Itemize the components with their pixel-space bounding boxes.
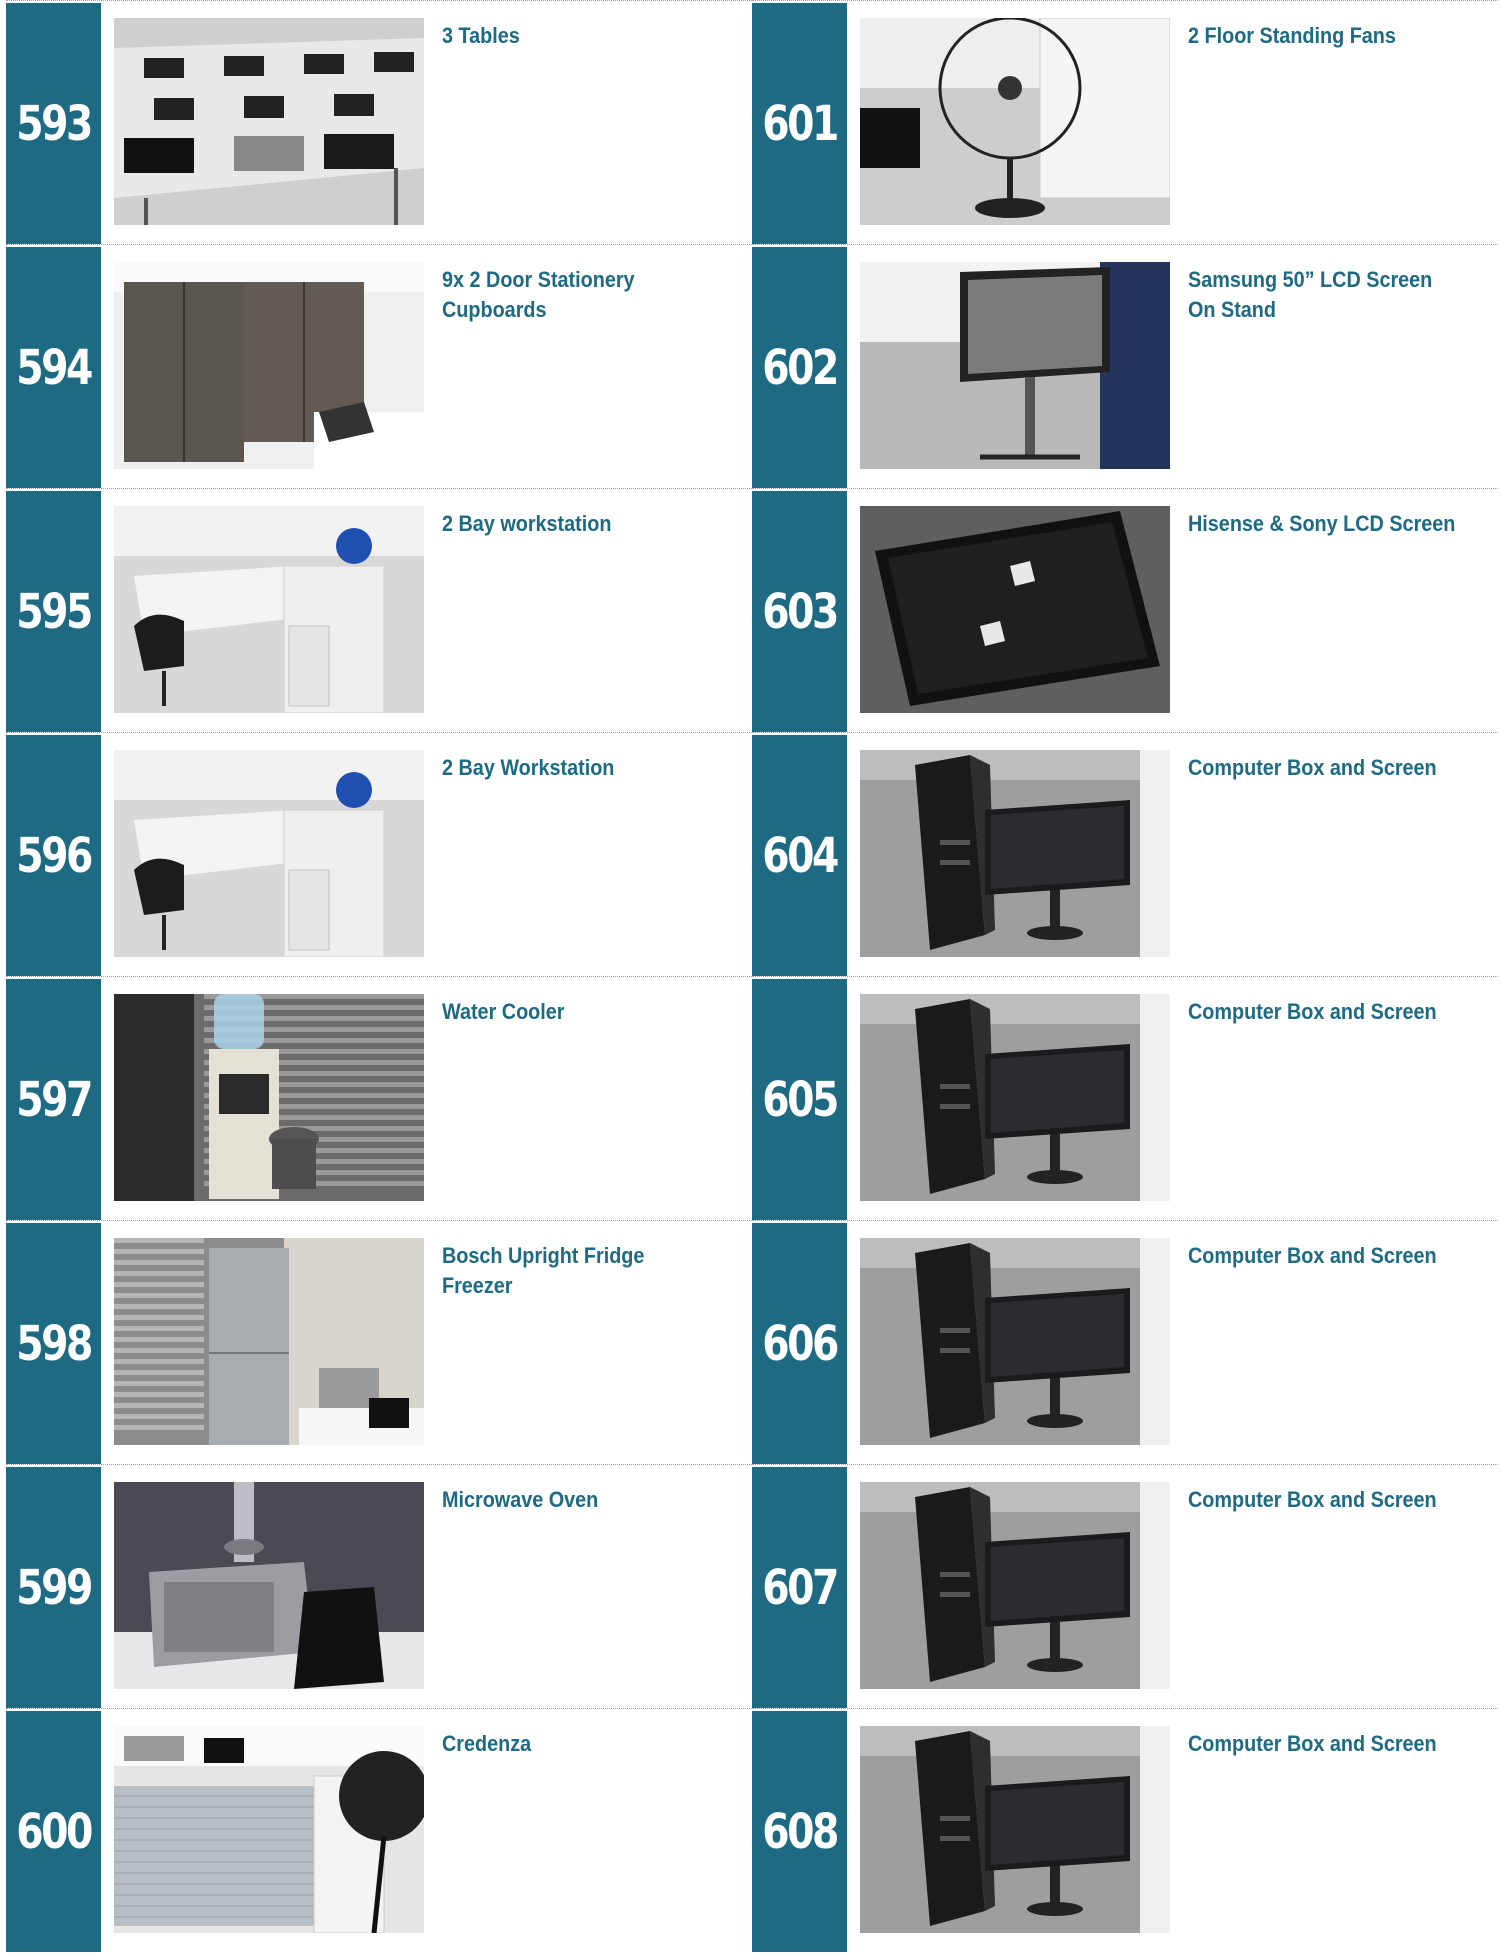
lot-description: Computer Box and Screen: [1188, 1241, 1494, 1271]
lot-number-badge: 598: [6, 1223, 101, 1464]
lot-title: Hisense & Sony LCD Screen: [1188, 511, 1456, 536]
lot-description: Water Cooler: [442, 997, 748, 1027]
lot-description: Hisense & Sony LCD Screen: [1188, 509, 1494, 539]
cupboards-photo: [114, 262, 424, 469]
lot-number-badge: 596: [6, 735, 101, 976]
lot-description: 2 Bay workstation: [442, 509, 748, 539]
lot-number-badge: 594: [6, 247, 101, 488]
lot-number: 606: [762, 1315, 839, 1372]
computer-and-screen-photo: [860, 1726, 1170, 1933]
computer-and-screen-photo: [860, 1482, 1170, 1689]
lot-item: 595 2 Bay workstation: [6, 488, 752, 732]
lot-item: 608 Computer Box and Screen: [752, 1708, 1498, 1952]
lot-number-badge: 607: [752, 1467, 847, 1708]
lot-number-badge: 604: [752, 735, 847, 976]
lot-item: 596 2 Bay Workstation: [6, 732, 752, 976]
lot-title: Microwave Oven: [442, 1487, 599, 1512]
lot-title: Computer Box and Screen: [1188, 1487, 1437, 1512]
lot-title: Bosch Upright Fridge Freezer: [442, 1243, 645, 1298]
lot-item: 598 Bosch Upright Fridge Freezer: [6, 1220, 752, 1464]
workstation-photo: [114, 750, 424, 957]
computer-and-screen-photo: [860, 994, 1170, 1201]
fridge-freezer-photo: [114, 1238, 424, 1445]
lot-title: 2 Bay workstation: [442, 511, 612, 536]
computer-and-screen-photo: [860, 750, 1170, 957]
lot-title: Computer Box and Screen: [1188, 1243, 1437, 1268]
microwave-photo: [114, 1482, 424, 1689]
tables-with-laptops-photo: [114, 18, 424, 225]
lot-number-badge: 601: [752, 3, 847, 244]
lot-number: 593: [16, 95, 93, 152]
lot-title: Credenza: [442, 1731, 532, 1756]
lot-title: 2 Bay Workstation: [442, 755, 615, 780]
floor-fan-photo: [860, 18, 1170, 225]
lcd-screen-photo: [860, 506, 1170, 713]
lot-description: 2 Bay Workstation: [442, 753, 748, 783]
lot-description: Samsung 50” LCD Screen On Stand: [1188, 265, 1494, 325]
lot-number: 602: [762, 339, 839, 396]
lot-number-badge: 600: [6, 1711, 101, 1952]
lot-item: 602 Samsung 50” LCD Screen On Stand: [752, 244, 1498, 488]
lot-item: 607 Computer Box and Screen: [752, 1464, 1498, 1708]
lot-number: 604: [762, 827, 839, 884]
lot-number-badge: 608: [752, 1711, 847, 1952]
lot-description: Computer Box and Screen: [1188, 753, 1494, 783]
lot-number-badge: 602: [752, 247, 847, 488]
lot-description: Computer Box and Screen: [1188, 997, 1494, 1027]
lot-description: 9x 2 Door Stationery Cupboards: [442, 265, 748, 325]
lot-number: 607: [762, 1559, 839, 1616]
left-lot-column: 593 3 Tables 594 9x 2 Door Stationery Cup…: [6, 0, 752, 1952]
lot-description: 3 Tables: [442, 21, 748, 51]
lot-number-badge: 606: [752, 1223, 847, 1464]
lot-title: Water Cooler: [442, 999, 565, 1024]
lot-description: 2 Floor Standing Fans: [1188, 21, 1494, 51]
lot-item: 599 Microwave Oven: [6, 1464, 752, 1708]
lcd-on-stand-photo: [860, 262, 1170, 469]
lot-item: 600 Credenza: [6, 1708, 752, 1952]
lot-number-badge: 593: [6, 3, 101, 244]
lot-number: 599: [16, 1559, 93, 1616]
water-cooler-photo: [114, 994, 424, 1201]
lot-item: 604 Computer Box and Screen: [752, 732, 1498, 976]
lot-number: 597: [16, 1071, 93, 1128]
lot-number: 600: [16, 1803, 93, 1860]
lot-number-badge: 599: [6, 1467, 101, 1708]
lot-number: 608: [762, 1803, 839, 1860]
lot-number: 594: [16, 339, 93, 396]
lot-number: 596: [16, 827, 93, 884]
lot-title: Computer Box and Screen: [1188, 755, 1437, 780]
lot-number: 595: [16, 583, 93, 640]
lot-item: 601 2 Floor Standing Fans: [752, 0, 1498, 244]
computer-and-screen-photo: [860, 1238, 1170, 1445]
lot-number: 605: [762, 1071, 839, 1128]
lot-number-badge: 605: [752, 979, 847, 1220]
lot-description: Microwave Oven: [442, 1485, 748, 1515]
lot-title: 2 Floor Standing Fans: [1188, 23, 1396, 48]
lot-item: 605 Computer Box and Screen: [752, 976, 1498, 1220]
lot-number: 601: [762, 95, 839, 152]
lot-item: 606 Computer Box and Screen: [752, 1220, 1498, 1464]
lot-number: 598: [16, 1315, 93, 1372]
lot-number-badge: 597: [6, 979, 101, 1220]
lot-number-badge: 603: [752, 491, 847, 732]
right-lot-column: 601 2 Floor Standing Fans 602 Samsung 50”…: [752, 0, 1498, 1952]
lot-description: Computer Box and Screen: [1188, 1729, 1494, 1759]
lot-description: Credenza: [442, 1729, 748, 1759]
lot-number-badge: 595: [6, 491, 101, 732]
credenza-photo: [114, 1726, 424, 1933]
lot-title: Computer Box and Screen: [1188, 999, 1437, 1024]
lot-item: 597 Water Cooler: [6, 976, 752, 1220]
lot-item: 603 Hisense & Sony LCD Screen: [752, 488, 1498, 732]
lot-description: Computer Box and Screen: [1188, 1485, 1494, 1515]
lot-title: 3 Tables: [442, 23, 520, 48]
lot-title: Computer Box and Screen: [1188, 1731, 1437, 1756]
lot-title: Samsung 50” LCD Screen On Stand: [1188, 267, 1433, 322]
workstation-photo: [114, 506, 424, 713]
lot-item: 593 3 Tables: [6, 0, 752, 244]
lot-description: Bosch Upright Fridge Freezer: [442, 1241, 748, 1301]
lot-title: 9x 2 Door Stationery Cupboards: [442, 267, 635, 322]
lot-number: 603: [762, 583, 839, 640]
lot-item: 594 9x 2 Door Stationery Cupboards: [6, 244, 752, 488]
